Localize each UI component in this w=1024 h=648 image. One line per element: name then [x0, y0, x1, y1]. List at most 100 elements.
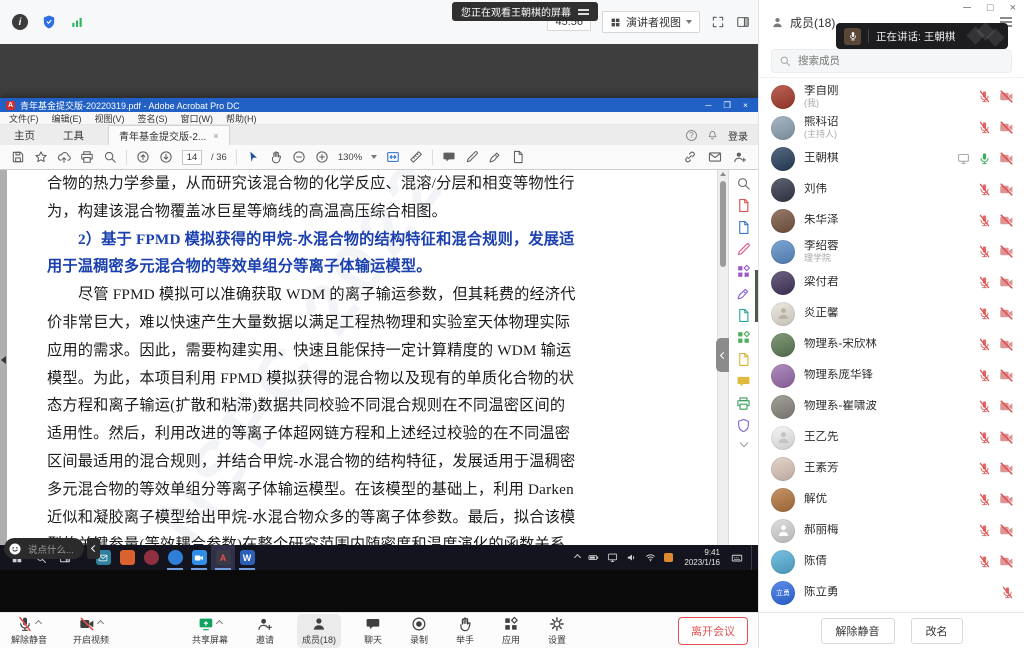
create-pdf-icon[interactable]	[736, 198, 751, 213]
share-upload-icon[interactable]	[57, 150, 71, 164]
comment-icon[interactable]	[736, 374, 751, 389]
chevron-up-icon[interactable]	[35, 620, 42, 627]
collapse-tools-handle[interactable]	[716, 338, 729, 372]
toolbar-cam-off[interactable]: 开启视频	[68, 614, 114, 648]
minimize-icon[interactable]: ─	[963, 2, 971, 14]
member-row[interactable]: 王乙先	[759, 422, 1024, 453]
meeting-info-icon[interactable]: i	[12, 14, 28, 30]
acrobat-titlebar[interactable]: A 青年基金提交版-20220319.pdf - Adobe Acrobat P…	[0, 98, 758, 112]
security-shield-icon[interactable]	[41, 14, 57, 30]
toolbar-invite[interactable]: 邀请	[251, 614, 279, 648]
share-link-icon[interactable]	[683, 150, 697, 164]
protect-icon[interactable]	[736, 418, 751, 433]
expand-pane-icon[interactable]	[1, 356, 6, 364]
acrobat-restore-icon[interactable]: ❐	[723, 100, 731, 111]
member-search-input[interactable]	[771, 49, 1012, 73]
help-icon[interactable]: ?	[686, 130, 697, 141]
word-app-icon[interactable]: W	[235, 545, 259, 570]
acrobat-close-icon[interactable]: ×	[743, 100, 748, 111]
unmute-button[interactable]: 解除静音	[821, 618, 895, 644]
zoom-out-icon[interactable]	[292, 150, 306, 164]
menu-window[interactable]: 窗口(W)	[181, 112, 214, 125]
edit-pdf-icon[interactable]	[736, 242, 751, 257]
network-signal-icon[interactable]	[70, 15, 84, 29]
member-row[interactable]: 李自刚(我)	[759, 81, 1024, 112]
member-row[interactable]: 炎正馨	[759, 298, 1024, 329]
nav-pane-strip[interactable]	[0, 170, 7, 545]
view-mode-button[interactable]: 演讲者视图	[602, 11, 700, 33]
show-desktop-button[interactable]	[751, 545, 755, 570]
chat-quick-input[interactable]: 说点什么...	[4, 538, 100, 559]
member-row[interactable]: 立勇陈立勇	[759, 577, 1024, 608]
tab-home[interactable]: 主页	[0, 125, 49, 145]
member-row[interactable]: 物理系-宋欣林	[759, 329, 1024, 360]
menu-file[interactable]: 文件(F)	[9, 112, 39, 125]
member-row[interactable]: 物理系庞华锋	[759, 360, 1024, 391]
toolbar-chat[interactable]: 聊天	[359, 614, 387, 648]
organize-pages-icon[interactable]	[736, 264, 751, 279]
toolbar-hand[interactable]: 举手	[451, 614, 479, 648]
zoom-in-icon[interactable]	[315, 150, 329, 164]
chevron-up-icon[interactable]	[216, 620, 223, 627]
select-tool-icon[interactable]	[246, 150, 260, 164]
tab-close-icon[interactable]: ×	[213, 131, 218, 141]
chevron-up-icon[interactable]	[97, 620, 104, 627]
tools-more-icon[interactable]	[739, 439, 747, 447]
browser-app-icon[interactable]	[163, 545, 187, 570]
toolbar-record[interactable]: 录制	[405, 614, 433, 648]
menu-sign[interactable]: 签名(S)	[138, 112, 168, 125]
meeting-app-icon[interactable]	[187, 545, 211, 570]
network-icon[interactable]	[645, 552, 656, 563]
stamps-icon[interactable]	[736, 330, 751, 345]
collapse-chat-icon[interactable]	[87, 538, 100, 559]
star-icon[interactable]	[34, 150, 48, 164]
rename-button[interactable]: 改名	[911, 618, 963, 644]
member-row[interactable]: 刘伟	[759, 174, 1024, 205]
measure-tool-icon[interactable]	[409, 150, 423, 164]
tray-expand-icon[interactable]	[574, 554, 581, 561]
print-production-icon[interactable]	[736, 396, 751, 411]
menu-view[interactable]: 视图(V)	[95, 112, 125, 125]
display-tray-icon[interactable]	[607, 552, 618, 563]
member-row[interactable]: 郝丽梅	[759, 515, 1024, 546]
toolbar-members[interactable]: 成员(18)	[297, 614, 341, 648]
member-row[interactable]: 陈倩	[759, 546, 1024, 577]
previous-page-icon[interactable]	[136, 150, 150, 164]
close-icon[interactable]: ×	[1010, 2, 1016, 14]
member-row[interactable]: 朱华泽	[759, 205, 1024, 236]
next-page-icon[interactable]	[159, 150, 173, 164]
zoom-level[interactable]: 130%	[338, 152, 362, 163]
search-icon[interactable]	[103, 150, 117, 164]
hand-tool-icon[interactable]	[269, 150, 283, 164]
touch-keyboard-icon[interactable]	[731, 552, 743, 564]
member-row[interactable]: 李绍蓉理学院	[759, 236, 1024, 267]
menu-edit[interactable]: 编辑(E)	[52, 112, 82, 125]
member-list[interactable]: 李自刚(我)熊科诏(主持人)王朝棋刘伟朱华泽李绍蓉理学院梁付君炎正馨物理系-宋欣…	[759, 78, 1024, 612]
save-icon[interactable]	[11, 150, 25, 164]
more-tools-icon[interactable]	[736, 352, 751, 367]
page-number-input[interactable]: 14	[182, 150, 202, 165]
invite-person-icon[interactable]	[733, 150, 747, 164]
music-app-icon[interactable]	[139, 545, 163, 570]
tab-tools[interactable]: 工具	[49, 125, 98, 145]
email-icon[interactable]	[708, 150, 722, 164]
comment-icon[interactable]	[442, 150, 456, 164]
battery-icon[interactable]	[588, 552, 599, 563]
print-icon[interactable]	[80, 150, 94, 164]
sign-tool-icon[interactable]	[488, 150, 502, 164]
toolbar-apps[interactable]: 应用	[497, 614, 525, 648]
member-row[interactable]: 梁付君	[759, 267, 1024, 298]
volume-icon[interactable]	[626, 552, 637, 563]
member-row[interactable]: 王素芳	[759, 453, 1024, 484]
member-row[interactable]: 王朝棋	[759, 143, 1024, 174]
toolbar-mic-off[interactable]: 解除静音	[6, 614, 52, 648]
fit-width-icon[interactable]	[386, 150, 400, 164]
export-page-icon[interactable]	[511, 150, 525, 164]
acrobat-app-icon[interactable]: A	[211, 545, 235, 570]
fill-sign-icon[interactable]	[736, 286, 751, 301]
member-row[interactable]: 解优	[759, 484, 1024, 515]
menu-help[interactable]: 帮助(H)	[226, 112, 257, 125]
login-link[interactable]: 登录	[728, 128, 748, 143]
tab-document[interactable]: 青年基金提交版-2... ×	[108, 125, 230, 145]
member-row[interactable]: 熊科诏(主持人)	[759, 112, 1024, 143]
